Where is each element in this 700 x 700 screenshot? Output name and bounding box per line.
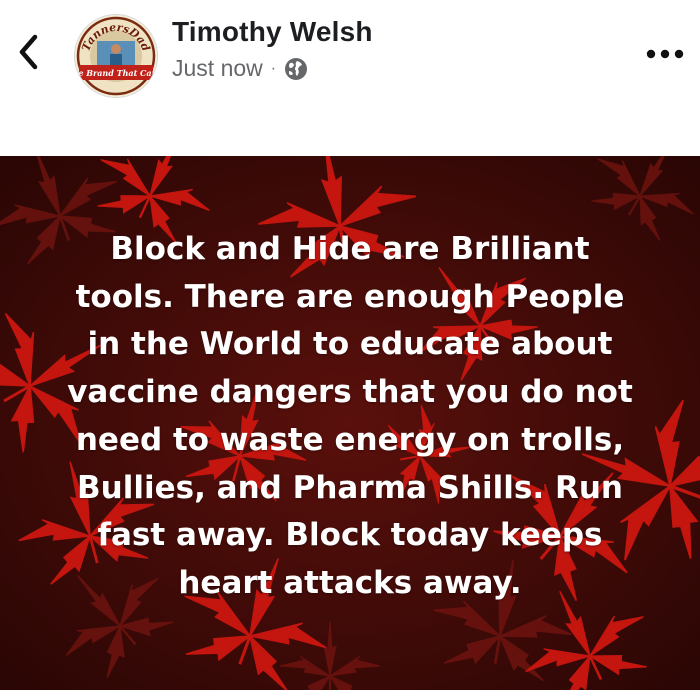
avatar[interactable]: The Brand That Cares TannersDad [74, 14, 158, 98]
chevron-left-icon [19, 34, 38, 70]
bottom-divider [0, 690, 700, 700]
post-meta: Just now · [172, 55, 308, 82]
post-header: The Brand That Cares TannersDad Timothy … [0, 0, 700, 156]
more-options-button[interactable] [646, 36, 700, 72]
post-background-card: Block and Hide are Brilliant tools. Ther… [0, 156, 700, 690]
back-button[interactable] [8, 28, 48, 76]
post-body-text: Block and Hide are Brilliant tools. Ther… [67, 231, 633, 601]
author-name[interactable]: Timothy Welsh [172, 16, 373, 48]
meta-separator: · [270, 59, 277, 77]
globe-icon [284, 57, 308, 81]
avatar-banner-text: The Brand That Cares [75, 68, 157, 78]
more-horizontal-icon [646, 49, 684, 59]
post-timestamp[interactable]: Just now [172, 55, 263, 82]
